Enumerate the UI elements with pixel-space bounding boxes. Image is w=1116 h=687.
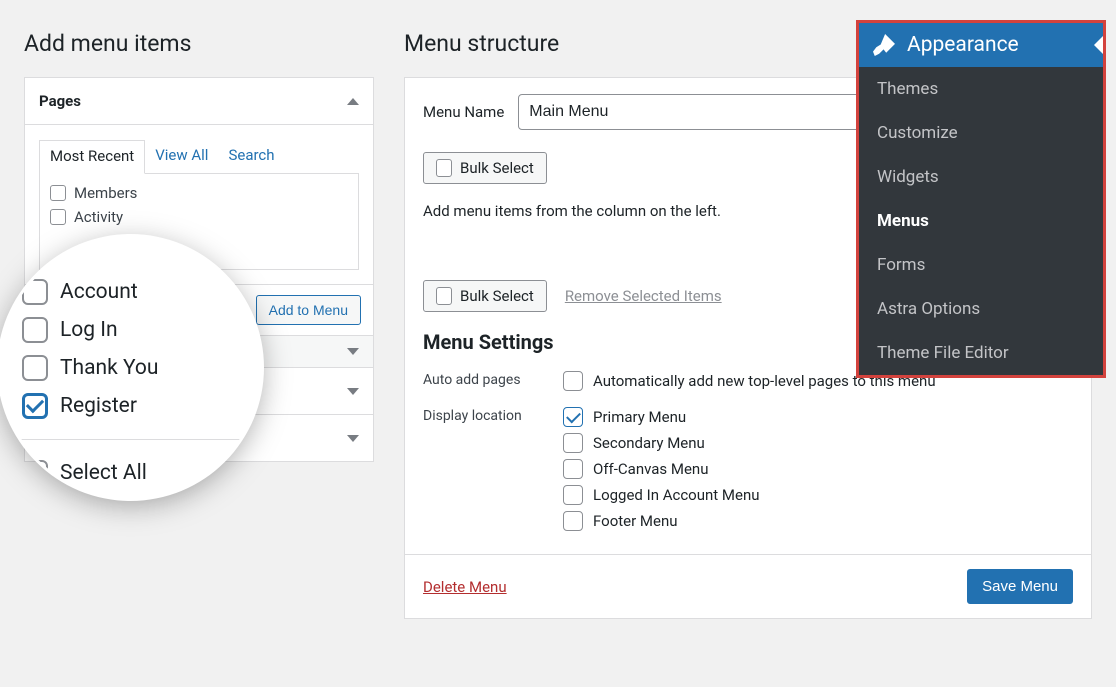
location-footer: Footer Menu (593, 512, 678, 530)
select-all-label: Select All (60, 461, 147, 485)
page-item-activity: Activity (74, 208, 123, 226)
flyout-arrow-icon (1094, 36, 1103, 54)
bulk-select-bottom[interactable]: Bulk Select (423, 280, 547, 312)
bulk-select-checkbox[interactable] (436, 287, 452, 305)
bulk-select-label: Bulk Select (460, 287, 534, 305)
add-menu-items-heading: Add menu items (24, 30, 374, 57)
checkbox-members[interactable] (50, 185, 66, 201)
display-location-label: Display location (423, 404, 549, 428)
pages-panel-title: Pages (39, 92, 81, 110)
menu-name-label: Menu Name (423, 103, 504, 121)
flyout-item-widgets[interactable]: Widgets (859, 155, 1103, 199)
flyout-item-editor[interactable]: Theme File Editor (859, 331, 1103, 375)
page-item-members: Members (74, 184, 137, 202)
bulk-select-label: Bulk Select (460, 159, 534, 177)
bulk-select-checkbox[interactable] (436, 159, 452, 177)
checkbox-auto-add[interactable] (563, 371, 583, 391)
tab-most-recent[interactable]: Most Recent (39, 140, 145, 174)
flyout-item-astra[interactable]: Astra Options (859, 287, 1103, 331)
page-item-thankyou: Thank You (60, 356, 158, 380)
checkbox-login[interactable] (22, 317, 48, 343)
divider (0, 439, 261, 440)
location-loggedin: Logged In Account Menu (593, 486, 760, 504)
chevron-down-icon (347, 435, 359, 442)
appearance-flyout: Appearance Themes Customize Widgets Menu… (856, 20, 1106, 378)
chevron-down-icon (347, 348, 359, 355)
auto-add-pages-label: Auto add pages (423, 368, 549, 392)
flyout-item-menus[interactable]: Menus (859, 199, 1103, 243)
page-item-register: Register (60, 394, 137, 418)
brush-icon (873, 34, 895, 56)
checkbox-loggedin-menu[interactable] (563, 485, 583, 505)
pages-panel-header[interactable]: Pages (25, 78, 373, 125)
checkbox-thankyou[interactable] (22, 355, 48, 381)
page-item-account: Account (60, 280, 138, 304)
location-offcanvas: Off-Canvas Menu (593, 460, 708, 478)
tab-view-all[interactable]: View All (145, 140, 218, 174)
checkbox-offcanvas-menu[interactable] (563, 459, 583, 479)
bulk-select-top[interactable]: Bulk Select (423, 152, 547, 184)
checkbox-secondary-menu[interactable] (563, 433, 583, 453)
location-primary: Primary Menu (593, 408, 686, 426)
checkbox-activity[interactable] (50, 209, 66, 225)
chevron-down-icon (347, 388, 359, 395)
checkbox-primary-menu[interactable] (563, 407, 583, 427)
remove-selected-link[interactable]: Remove Selected Items (565, 287, 722, 305)
page-item-login: Log In (60, 318, 118, 342)
zoom-callout: Account Log In Thank You Register Select… (0, 237, 261, 498)
flyout-item-customize[interactable]: Customize (859, 111, 1103, 155)
location-secondary: Secondary Menu (593, 434, 705, 452)
appearance-label: Appearance (907, 33, 1019, 57)
checkbox-register[interactable] (22, 393, 48, 419)
save-menu-button[interactable]: Save Menu (967, 569, 1073, 604)
chevron-up-icon (347, 98, 359, 105)
checkbox-footer-menu[interactable] (563, 511, 583, 531)
add-to-menu-button[interactable]: Add to Menu (256, 295, 361, 325)
flyout-item-forms[interactable]: Forms (859, 243, 1103, 287)
flyout-item-themes[interactable]: Themes (859, 67, 1103, 111)
appearance-header[interactable]: Appearance (859, 23, 1103, 67)
delete-menu-link[interactable]: Delete Menu (423, 578, 507, 596)
pages-tabs: Most Recent View All Search (39, 139, 359, 174)
tab-search[interactable]: Search (218, 140, 284, 174)
